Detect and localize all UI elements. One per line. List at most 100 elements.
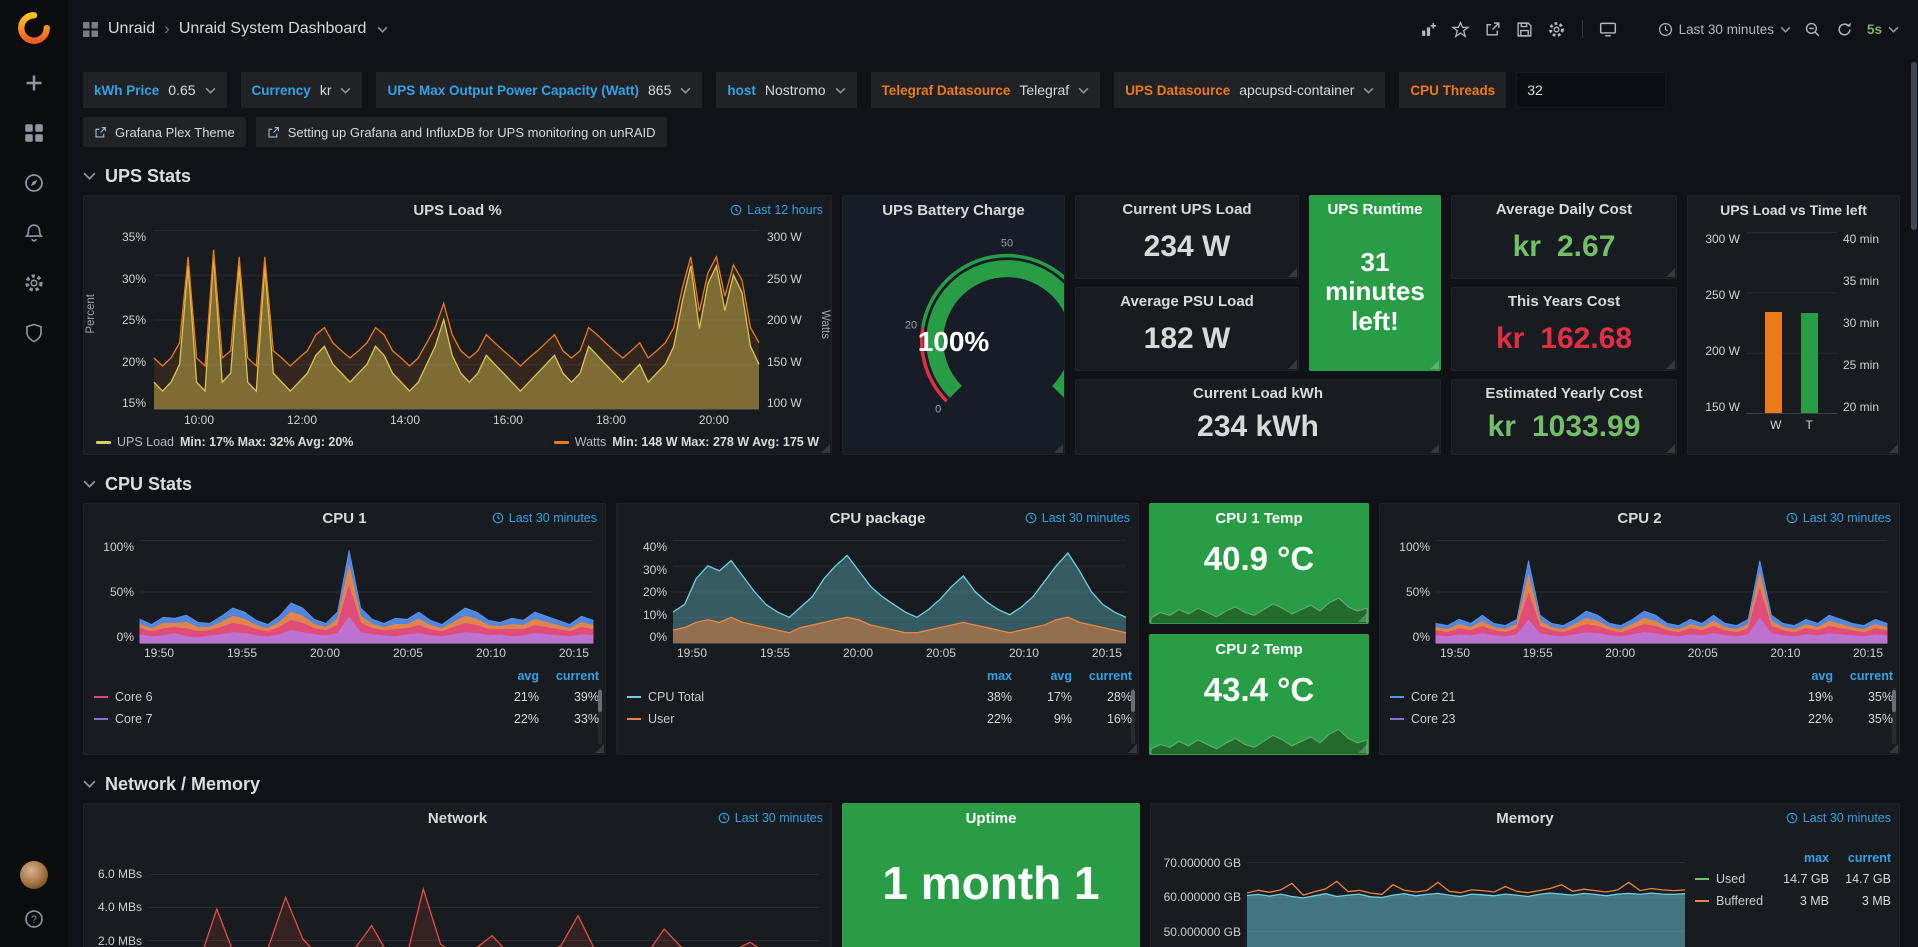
variable-host[interactable]: host Nostromo bbox=[716, 72, 856, 108]
legend-name[interactable]: Core 7 bbox=[115, 712, 479, 726]
legend-item-watts[interactable]: Watts Min: 148 W Max: 278 W Avg: 175 W bbox=[554, 435, 819, 449]
legend-name[interactable]: User bbox=[648, 712, 952, 726]
link-grafana-plex-theme[interactable]: Grafana Plex Theme bbox=[83, 117, 246, 147]
panel-title[interactable]: Uptime bbox=[843, 804, 1139, 832]
panel-time-override[interactable]: Last 12 hours bbox=[730, 196, 823, 224]
tv-icon[interactable] bbox=[1593, 14, 1623, 44]
panel-title-battery[interactable]: UPS Battery Charge bbox=[843, 196, 1064, 224]
add-panel-icon[interactable] bbox=[1414, 14, 1444, 44]
variable-ups-datasource[interactable]: UPS Datasource apcupsd-container bbox=[1114, 72, 1385, 108]
explore-icon[interactable] bbox=[22, 171, 46, 195]
save-icon[interactable] bbox=[1510, 14, 1540, 44]
panel-title[interactable]: CPU 2 Temp bbox=[1150, 635, 1368, 663]
breadcrumb-app[interactable]: Unraid bbox=[108, 20, 155, 38]
panel-time-override[interactable]: Last 30 minutes bbox=[1025, 504, 1130, 532]
legend-name[interactable]: CPU Total bbox=[648, 690, 952, 704]
memory-plot[interactable] bbox=[1247, 854, 1685, 947]
legend-col-avg[interactable]: avg bbox=[1773, 669, 1833, 683]
panel-title-ups-load[interactable]: UPS Load % Last 12 hours bbox=[84, 196, 831, 224]
bar-watts[interactable] bbox=[1765, 312, 1782, 413]
star-icon[interactable] bbox=[1446, 14, 1476, 44]
ups-load-plot[interactable] bbox=[154, 230, 759, 410]
legend-col-current[interactable]: current bbox=[539, 669, 599, 683]
panel-title[interactable]: UPS Runtime bbox=[1310, 196, 1440, 222]
panel-title[interactable]: This Years Cost bbox=[1452, 288, 1676, 314]
cpu2-plot[interactable] bbox=[1436, 540, 1887, 644]
cpu1-plot[interactable] bbox=[140, 540, 593, 644]
shield-icon[interactable] bbox=[22, 321, 46, 345]
create-icon[interactable] bbox=[22, 71, 46, 95]
refresh-icon[interactable] bbox=[1830, 14, 1860, 44]
legend-col-current[interactable]: current bbox=[1829, 851, 1891, 865]
legend-name[interactable]: Core 21 bbox=[1411, 690, 1773, 704]
panel-title[interactable]: Estimated Yearly Cost bbox=[1452, 380, 1676, 406]
panel-title[interactable]: Current UPS Load bbox=[1076, 196, 1298, 222]
legend-row[interactable]: Core 7 22% 33% bbox=[94, 708, 599, 730]
legend-col-avg[interactable]: avg bbox=[1012, 669, 1072, 683]
bar-plot[interactable] bbox=[1746, 232, 1837, 414]
page-title[interactable]: Unraid System Dashboard bbox=[179, 20, 367, 38]
dashboard-settings-icon[interactable] bbox=[1542, 14, 1572, 44]
section-ups-stats[interactable]: UPS Stats bbox=[83, 161, 1900, 191]
legend-row[interactable]: Used 14.7 GB 14.7 GB bbox=[1695, 868, 1891, 890]
variable-kwh-price[interactable]: kWh Price 0.65 bbox=[83, 72, 227, 108]
panel-time-override[interactable]: Last 30 minutes bbox=[1786, 504, 1891, 532]
share-icon[interactable] bbox=[1478, 14, 1508, 44]
refresh-interval-picker[interactable]: 5s bbox=[1862, 14, 1904, 44]
legend-col-current[interactable]: current bbox=[1072, 669, 1132, 683]
panel-title-load-vs-time[interactable]: UPS Load vs Time left bbox=[1688, 196, 1899, 224]
panel-title[interactable]: Current Load kWh bbox=[1076, 380, 1440, 406]
panel-time-override[interactable]: Last 30 minutes bbox=[492, 504, 597, 532]
grafana-logo[interactable] bbox=[17, 11, 51, 45]
avatar[interactable] bbox=[22, 863, 46, 887]
link-ups-monitoring-guide[interactable]: Setting up Grafana and InfluxDB for UPS … bbox=[256, 117, 667, 147]
panel-title-memory[interactable]: Memory Last 30 minutes bbox=[1151, 804, 1899, 832]
legend-col-max[interactable]: max bbox=[1767, 851, 1829, 865]
section-network-memory[interactable]: Network / Memory bbox=[83, 769, 1900, 799]
legend-row[interactable]: Core 23 22% 35% bbox=[1390, 708, 1893, 730]
panel-time-override[interactable]: Last 30 minutes bbox=[718, 804, 823, 832]
cpu-threads-input[interactable] bbox=[1516, 72, 1666, 108]
panel-title-cpu2[interactable]: CPU 2 Last 30 minutes bbox=[1380, 504, 1899, 532]
help-icon[interactable]: ? bbox=[22, 907, 46, 931]
legend-col-avg[interactable]: avg bbox=[479, 669, 539, 683]
variable-telegraf-datasource[interactable]: Telegraf Datasource Telegraf bbox=[871, 72, 1101, 108]
bar-time-left[interactable] bbox=[1801, 313, 1818, 413]
variable-currency[interactable]: Currency kr bbox=[241, 72, 363, 108]
zoom-out-icon[interactable] bbox=[1798, 14, 1828, 44]
network-plot[interactable] bbox=[148, 854, 819, 947]
panel-title-network[interactable]: Network Last 30 minutes bbox=[84, 804, 831, 832]
variable-ups-max-output[interactable]: UPS Max Output Power Capacity (Watt) 865 bbox=[376, 72, 702, 108]
time-picker[interactable]: Last 30 minutes bbox=[1653, 14, 1796, 44]
settings-icon[interactable] bbox=[22, 271, 46, 295]
legend-name[interactable]: Used bbox=[1716, 872, 1767, 886]
page-scrollbar[interactable] bbox=[1910, 60, 1917, 945]
legend-item-ups-load[interactable]: UPS Load Min: 17% Max: 32% Avg: 20% bbox=[96, 435, 353, 449]
panel-title-cpu1[interactable]: CPU 1 Last 30 minutes bbox=[84, 504, 605, 532]
legend-col-max[interactable]: max bbox=[952, 669, 1012, 683]
panel-title[interactable]: Average PSU Load bbox=[1076, 288, 1298, 314]
legend-name[interactable]: Core 23 bbox=[1411, 712, 1773, 726]
legend-row[interactable]: CPU Total 38% 17% 28% bbox=[627, 686, 1132, 708]
legend-scrollbar[interactable] bbox=[598, 688, 602, 744]
legend-name[interactable]: Core 6 bbox=[115, 690, 479, 704]
panel-title[interactable]: Average Daily Cost bbox=[1452, 196, 1676, 222]
legend-row[interactable]: Core 21 19% 35% bbox=[1390, 686, 1893, 708]
panel-title[interactable]: CPU 1 Temp bbox=[1150, 504, 1368, 532]
axis-tick: 19:55 bbox=[227, 646, 257, 662]
legend-scrollbar[interactable] bbox=[1131, 688, 1135, 744]
legend-col-current[interactable]: current bbox=[1833, 669, 1893, 683]
legend-row[interactable]: Buffered 3 MB 3 MB bbox=[1695, 890, 1891, 912]
scrollbar-thumb[interactable] bbox=[1911, 62, 1917, 230]
breadcrumb[interactable]: Unraid › Unraid System Dashboard bbox=[82, 19, 388, 39]
legend-name[interactable]: Buffered bbox=[1716, 894, 1767, 908]
panel-time-override[interactable]: Last 30 minutes bbox=[1786, 804, 1891, 832]
legend-row[interactable]: Core 6 21% 39% bbox=[94, 686, 599, 708]
legend-scrollbar[interactable] bbox=[1892, 688, 1896, 744]
legend-row[interactable]: User 22% 9% 16% bbox=[627, 708, 1132, 730]
cpu-package-plot[interactable] bbox=[673, 540, 1126, 644]
panel-title-cpu-package[interactable]: CPU package Last 30 minutes bbox=[617, 504, 1138, 532]
alerts-icon[interactable] bbox=[22, 221, 46, 245]
dashboards-icon[interactable] bbox=[22, 121, 46, 145]
section-cpu-stats[interactable]: CPU Stats bbox=[83, 469, 1900, 499]
